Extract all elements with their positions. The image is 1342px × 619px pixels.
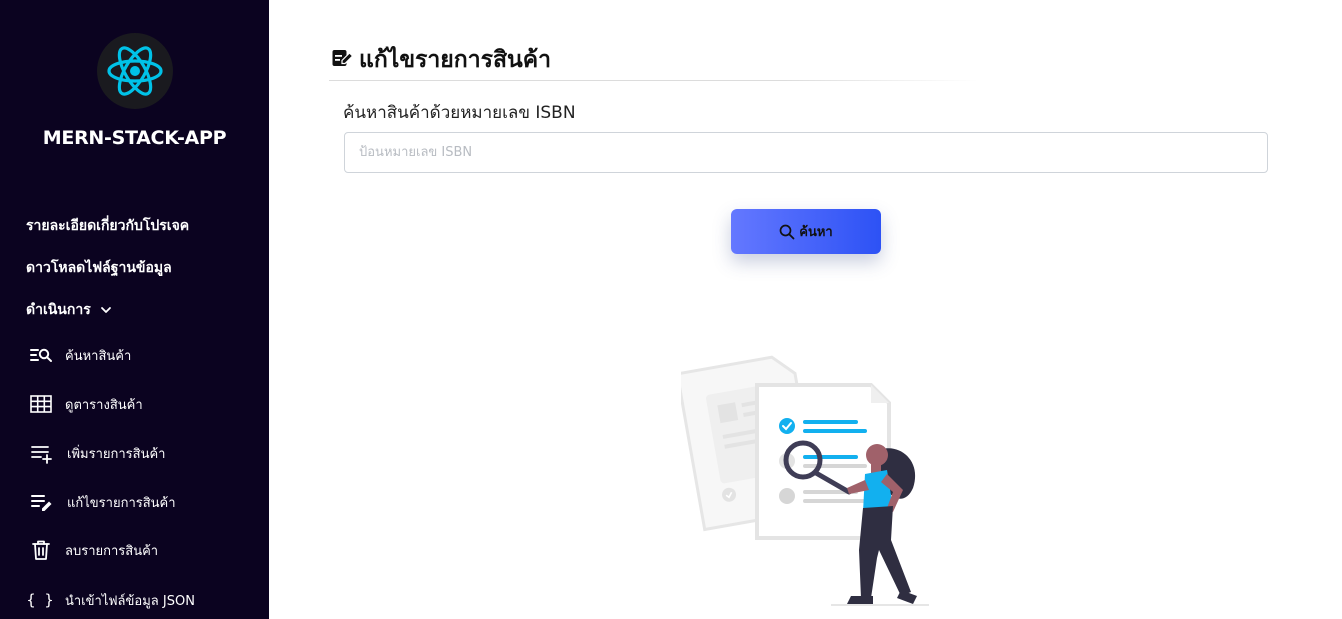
isbn-search-input[interactable] (344, 132, 1268, 173)
sidebar-item-label: ลบรายการสินค้า (65, 543, 159, 559)
title-divider (329, 80, 979, 81)
sidebar-item-import-json[interactable]: { } นำเข้าไฟล์ข้อมูล JSON (26, 588, 195, 612)
search-button-label: ค้นหา (799, 225, 833, 240)
chevron-down-icon (100, 307, 111, 313)
list-search-icon (29, 343, 53, 367)
nav-project-details[interactable]: รายละเอียดเกี่ยวกับโปรเจค (26, 215, 189, 237)
nav-operations-label: ดำเนินการ (26, 302, 91, 318)
sidebar-item-view-table[interactable]: ดูตารางสินค้า (29, 392, 143, 416)
sidebar-item-label: ค้นหาสินค้า (65, 348, 132, 364)
sidebar-item-label: เพิ่มรายการสินค้า (67, 446, 166, 462)
sidebar-item-label: แก้ไขรายการสินค้า (67, 495, 176, 511)
trash-icon (29, 538, 53, 562)
sidebar-item-edit-product[interactable]: แก้ไขรายการสินค้า (29, 490, 176, 514)
magnifier-icon (779, 224, 795, 239)
edit-note-icon (331, 46, 354, 74)
main-content: แก้ไขรายการสินค้า ค้นหาสินค้าด้วยหมายเลข… (269, 0, 1342, 619)
sidebar-item-add-product[interactable]: เพิ่มรายการสินค้า (29, 441, 165, 465)
sidebar: MERN-STACK-APP รายละเอียดเกี่ยวกับโปรเจค… (0, 0, 269, 619)
braces-icon: { } (26, 591, 54, 609)
sidebar-item-label: นำเข้าไฟล์ข้อมูล JSON (65, 593, 195, 609)
playlist-edit-icon (29, 490, 53, 514)
nav-download-database[interactable]: ดาวโหลดไฟล์ฐานข้อมูล (26, 257, 172, 279)
playlist-add-icon (29, 441, 53, 465)
page-title-text: แก้ไขรายการสินค้า (359, 47, 552, 73)
person-searching-documents-illustration (681, 355, 929, 606)
app-title: MERN-STACK-APP (42, 127, 227, 149)
sidebar-item-delete-product[interactable]: ลบรายการสินค้า (29, 538, 158, 562)
page-title: แก้ไขรายการสินค้า (331, 42, 551, 78)
isbn-search-label: ค้นหาสินค้าด้วยหมายเลข ISBN (343, 103, 576, 123)
nav-operations-toggle[interactable]: ดำเนินการ (26, 299, 113, 321)
search-button[interactable]: ค้นหา (731, 209, 881, 254)
sidebar-item-search-product[interactable]: ค้นหาสินค้า (29, 343, 131, 367)
table-icon (29, 392, 53, 416)
react-logo-icon (97, 33, 173, 109)
sidebar-item-label: ดูตารางสินค้า (65, 397, 143, 413)
